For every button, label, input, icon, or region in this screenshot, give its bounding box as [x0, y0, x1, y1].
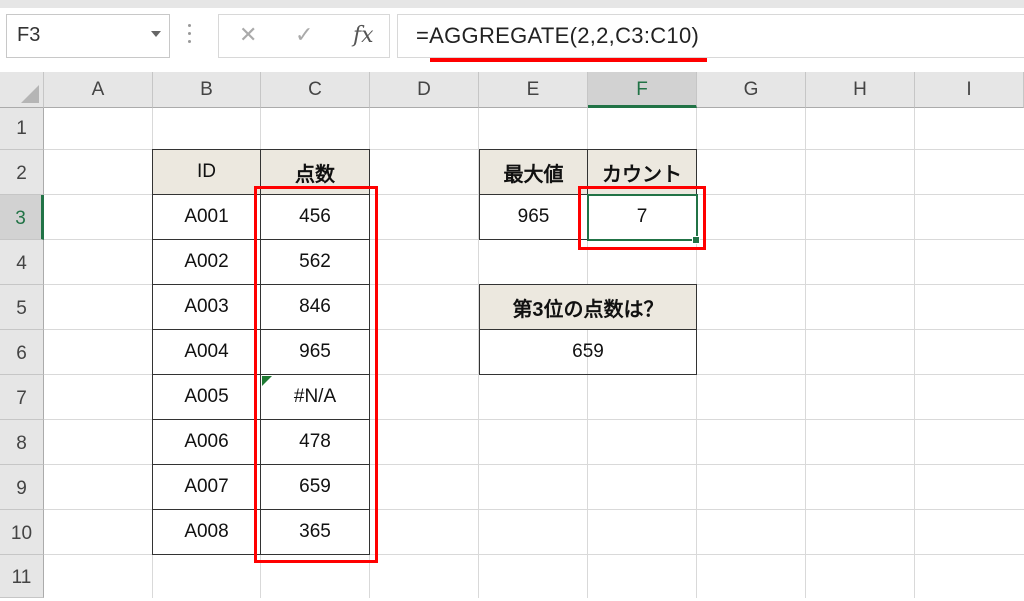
- score-column-highlight: [254, 186, 378, 563]
- spreadsheet-grid: A B C D E F G H I 1 2 3 4 5 6 7 8 9 10 1…: [0, 72, 1024, 598]
- top-strip: [0, 0, 1024, 8]
- gridline: [805, 108, 806, 598]
- select-all-button[interactable]: [0, 72, 44, 108]
- rank-value-cell[interactable]: 659: [479, 329, 697, 375]
- formula-input[interactable]: =AGGREGATE(2,2,C3:C10): [397, 14, 1024, 58]
- row-header-4[interactable]: 4: [0, 240, 44, 285]
- max-label-cell[interactable]: 最大値: [479, 149, 588, 195]
- column-header-c[interactable]: C: [261, 72, 370, 108]
- column-header-a[interactable]: A: [44, 72, 153, 108]
- column-header-i[interactable]: I: [915, 72, 1024, 108]
- id-cell[interactable]: A004: [152, 329, 261, 375]
- formula-buttons: ✕ ✓ fx: [218, 14, 390, 58]
- chevron-down-icon[interactable]: [151, 31, 161, 37]
- cancel-icon[interactable]: ✕: [239, 23, 257, 48]
- column-header-b[interactable]: B: [153, 72, 261, 108]
- id-cell[interactable]: A003: [152, 284, 261, 330]
- column-header-g[interactable]: G: [697, 72, 806, 108]
- row-header-11[interactable]: 11: [0, 555, 44, 598]
- id-cell[interactable]: A005: [152, 374, 261, 420]
- row-header-5[interactable]: 5: [0, 285, 44, 330]
- formula-highlight-underline: [430, 58, 707, 62]
- row-header-8[interactable]: 8: [0, 420, 44, 465]
- row-header-9[interactable]: 9: [0, 465, 44, 510]
- column-header-d[interactable]: D: [370, 72, 479, 108]
- id-cell[interactable]: A002: [152, 239, 261, 285]
- row-header-2[interactable]: 2: [0, 150, 44, 195]
- count-cell-highlight: [578, 186, 706, 250]
- row-header-7[interactable]: 7: [0, 375, 44, 420]
- id-cell[interactable]: A006: [152, 419, 261, 465]
- name-box[interactable]: F3: [6, 14, 170, 58]
- id-cell[interactable]: A001: [152, 194, 261, 240]
- formula-text: =AGGREGATE(2,2,C3:C10): [416, 23, 700, 48]
- column-header-h[interactable]: H: [806, 72, 915, 108]
- insert-function-icon[interactable]: fx: [353, 23, 374, 48]
- row-header-1[interactable]: 1: [0, 108, 44, 150]
- max-value-cell[interactable]: 965: [479, 194, 588, 240]
- row-header-3[interactable]: 3: [0, 195, 44, 240]
- drag-handle-icon[interactable]: [188, 24, 192, 50]
- id-cell[interactable]: A008: [152, 509, 261, 555]
- column-header-f[interactable]: F: [588, 72, 697, 108]
- row-header-6[interactable]: 6: [0, 330, 44, 375]
- gridline: [914, 108, 915, 598]
- table-header-id[interactable]: ID: [152, 149, 261, 195]
- row-header-10[interactable]: 10: [0, 510, 44, 555]
- rank-label-cell[interactable]: 第3位の点数は？: [479, 284, 697, 330]
- column-header-e[interactable]: E: [479, 72, 588, 108]
- name-box-value: F3: [17, 24, 41, 46]
- id-cell[interactable]: A007: [152, 464, 261, 510]
- enter-icon[interactable]: ✓: [295, 23, 313, 48]
